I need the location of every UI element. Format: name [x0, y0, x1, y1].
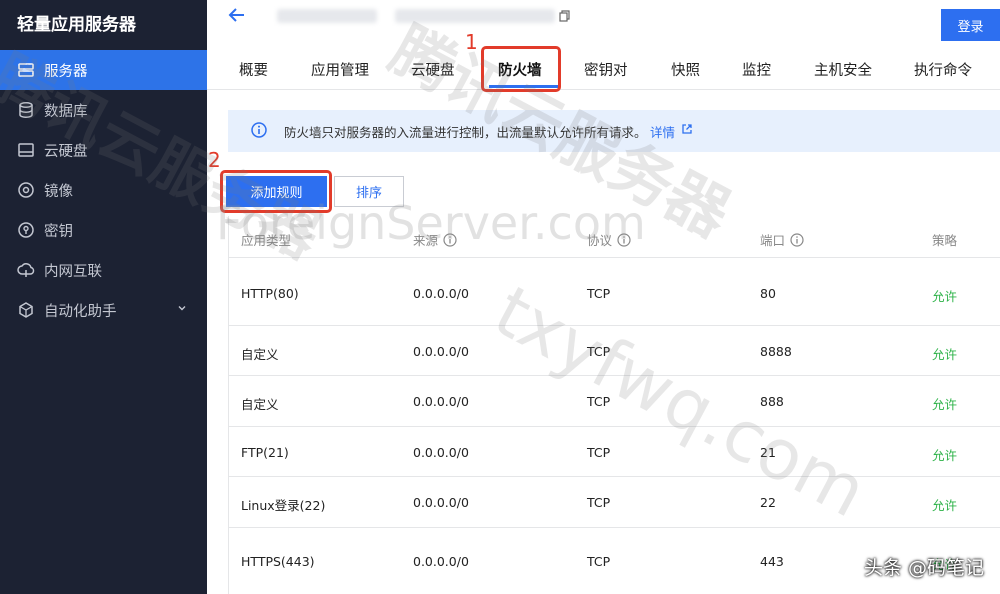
- sidebar-title: 轻量应用服务器: [17, 15, 136, 35]
- cell-source: 0.0.0.0/0: [413, 495, 469, 510]
- column-header-protocol: 协议: [587, 230, 631, 249]
- sidebar-item-label: 云硬盘: [44, 143, 88, 160]
- help-icon[interactable]: [790, 232, 804, 247]
- cell-app-type: HTTPS(443): [241, 554, 315, 569]
- disk-icon: [17, 141, 35, 159]
- cell-protocol: TCP: [587, 554, 611, 569]
- sidebar-item-label: 服务器: [44, 63, 88, 80]
- sidebar-item-label: 密钥: [44, 223, 73, 240]
- cell-app-type: FTP(21): [241, 445, 289, 460]
- server-icon: [17, 61, 35, 79]
- sidebar-item-label: 镜像: [44, 183, 73, 200]
- table-row[interactable]: HTTP(80) 0.0.0.0/0 TCP 80 允许: [229, 258, 1000, 326]
- cell-source: 0.0.0.0/0: [413, 394, 469, 409]
- tab-host-security[interactable]: 主机安全: [814, 59, 872, 80]
- cell-port: 22: [760, 495, 776, 510]
- column-header-policy: 策略: [932, 233, 958, 248]
- table-header: 应用类型 来源 协议 端口 策略: [229, 216, 1000, 258]
- step-marker-1: 1: [465, 30, 478, 54]
- cell-protocol: TCP: [587, 394, 611, 409]
- blurred-instance-id: [395, 9, 555, 23]
- cell-app-type: Linux登录(22): [241, 498, 326, 513]
- cell-app-type: 自定义: [241, 347, 279, 362]
- copy-icon[interactable]: [559, 10, 570, 22]
- external-link-icon[interactable]: [681, 123, 693, 135]
- sidebar-item-label: 内网互联: [44, 263, 102, 280]
- footer-credit: 头条 @码笔记: [863, 557, 984, 579]
- cell-source: 0.0.0.0/0: [413, 445, 469, 460]
- cell-app-type: 自定义: [241, 397, 279, 412]
- tab-monitoring[interactable]: 监控: [742, 59, 771, 80]
- sidebar-item-label: 数据库: [44, 103, 88, 120]
- sidebar-item-label: 自动化助手: [44, 303, 117, 320]
- column-header-source: 来源: [413, 230, 457, 249]
- tab-snapshots[interactable]: 快照: [671, 59, 700, 80]
- header-bar: 登录: [207, 0, 1000, 45]
- tab-overview[interactable]: 概要: [239, 59, 268, 80]
- cell-protocol: TCP: [587, 495, 611, 510]
- cell-port: 443: [760, 554, 784, 569]
- info-icon: [251, 122, 267, 138]
- table-row[interactable]: 自定义 0.0.0.0/0 TCP 888 允许: [229, 376, 1000, 427]
- firewall-rules-table: 应用类型 来源 协议 端口 策略 HTTP(80) 0.0.0.0/0 TCP …: [228, 216, 1000, 594]
- sidebar-item-key[interactable]: 密钥: [0, 210, 207, 250]
- cell-protocol: TCP: [587, 445, 611, 460]
- table-row[interactable]: Linux登录(22) 0.0.0.0/0 TCP 22 允许: [229, 477, 1000, 528]
- column-header-app-type: 应用类型: [241, 233, 292, 248]
- details-link[interactable]: 详情: [650, 122, 675, 141]
- tab-cloud-disk[interactable]: 云硬盘: [411, 59, 455, 80]
- back-arrow-icon[interactable]: [227, 5, 247, 25]
- cell-port: 888: [760, 394, 784, 409]
- cell-protocol: TCP: [587, 344, 611, 359]
- column-header-port: 端口: [760, 230, 804, 249]
- sort-button[interactable]: 排序: [334, 176, 404, 207]
- highlight-firewall-tab: [481, 46, 561, 92]
- cell-policy: 允许: [932, 347, 958, 362]
- cell-policy: 允许: [932, 498, 958, 513]
- login-button[interactable]: 登录: [941, 9, 1000, 41]
- sidebar-item-disk[interactable]: 云硬盘: [0, 130, 207, 170]
- cell-source: 0.0.0.0/0: [413, 554, 469, 569]
- cell-protocol: TCP: [587, 286, 611, 301]
- sidebar: 轻量应用服务器 服务器 数据库 云硬盘 镜像 密钥 内网互联 自动化助手: [0, 0, 207, 594]
- chevron-down-icon[interactable]: [177, 303, 187, 313]
- info-notice: 防火墙只对服务器的入流量进行控制，出流量默认允许所有请求。 详情: [228, 110, 1000, 152]
- network-icon: [17, 261, 35, 279]
- database-icon: [17, 101, 35, 119]
- sidebar-item-server[interactable]: 服务器: [0, 50, 207, 90]
- image-icon: [17, 181, 35, 199]
- help-icon[interactable]: [617, 232, 631, 247]
- automation-icon: [17, 301, 35, 319]
- table-row[interactable]: 自定义 0.0.0.0/0 TCP 8888 允许: [229, 326, 1000, 376]
- cell-source: 0.0.0.0/0: [413, 344, 469, 359]
- cell-port: 80: [760, 286, 776, 301]
- tab-bar: 概要 应用管理 云硬盘 防火墙 密钥对 快照 监控 主机安全 执行命令: [207, 45, 1000, 90]
- cell-policy: 允许: [932, 289, 958, 304]
- key-icon: [17, 221, 35, 239]
- cell-port: 8888: [760, 344, 792, 359]
- sidebar-item-automation[interactable]: 自动化助手: [0, 290, 207, 330]
- help-icon[interactable]: [443, 232, 457, 247]
- add-rule-button[interactable]: 添加规则: [226, 176, 327, 207]
- notice-text: 防火墙只对服务器的入流量进行控制，出流量默认允许所有请求。: [284, 125, 647, 140]
- sidebar-item-network[interactable]: 内网互联: [0, 250, 207, 290]
- sidebar-item-image[interactable]: 镜像: [0, 170, 207, 210]
- blurred-instance-name: [277, 9, 377, 23]
- cell-source: 0.0.0.0/0: [413, 286, 469, 301]
- cell-policy: 允许: [932, 448, 958, 463]
- table-row[interactable]: FTP(21) 0.0.0.0/0 TCP 21 允许: [229, 427, 1000, 477]
- step-marker-2: 2: [208, 148, 221, 172]
- cell-port: 21: [760, 445, 776, 460]
- sidebar-item-database[interactable]: 数据库: [0, 90, 207, 130]
- tab-run-command[interactable]: 执行命令: [914, 59, 972, 80]
- tab-key-pairs[interactable]: 密钥对: [584, 59, 628, 80]
- cell-app-type: HTTP(80): [241, 286, 299, 301]
- cell-policy: 允许: [932, 397, 958, 412]
- tab-app-management[interactable]: 应用管理: [311, 59, 369, 80]
